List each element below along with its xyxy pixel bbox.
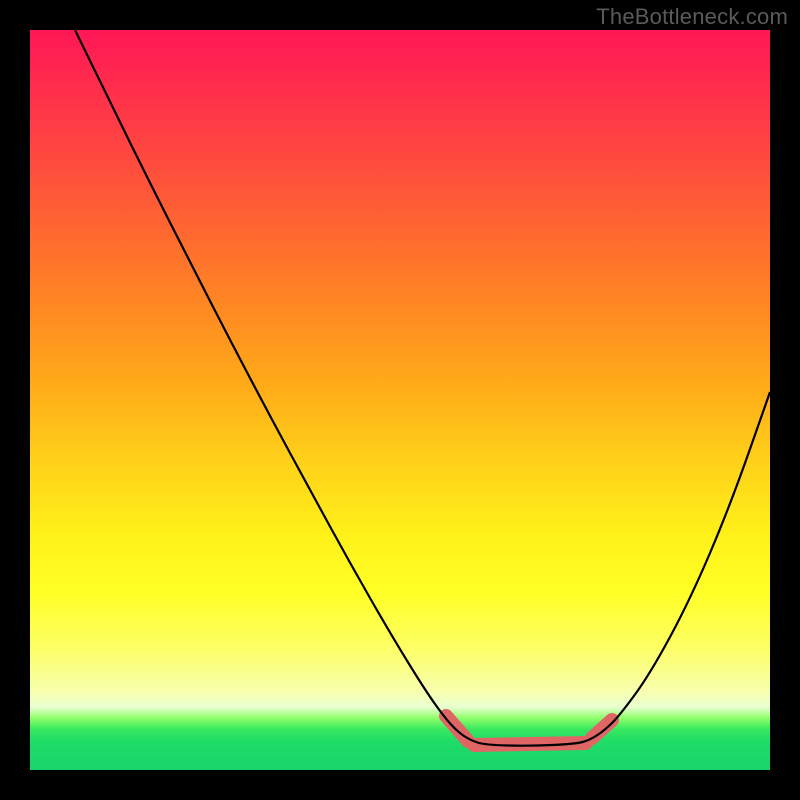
bottleneck-curve — [75, 30, 770, 746]
chart-svg — [30, 30, 770, 770]
plot-area — [30, 30, 770, 770]
chart-frame: TheBottleneck.com — [0, 0, 800, 800]
watermark-text: TheBottleneck.com — [596, 4, 788, 30]
